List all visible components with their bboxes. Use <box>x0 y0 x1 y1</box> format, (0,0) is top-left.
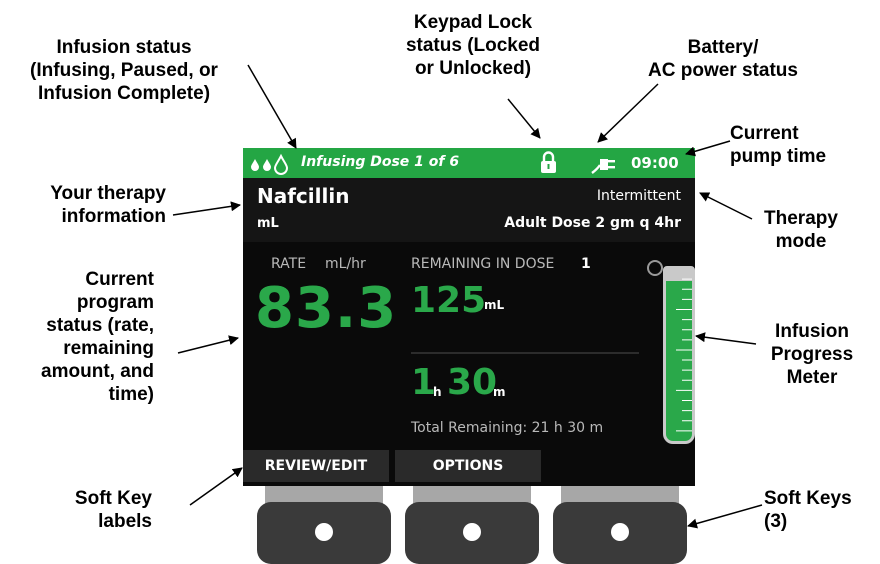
arrow-soft-key-labels <box>189 467 243 506</box>
arrow-progress-meter <box>695 332 757 345</box>
arrow-infusion-status <box>247 64 297 149</box>
arrow-soft-keys <box>687 504 763 529</box>
arrow-program-status <box>177 335 239 354</box>
arrow-therapy-info <box>172 201 241 216</box>
arrow-therapy-mode <box>699 192 753 220</box>
arrow-pump-time <box>685 140 731 157</box>
callout-arrows <box>172 64 763 529</box>
arrow-keypad-lock <box>507 98 541 139</box>
arrow-battery <box>597 83 659 143</box>
